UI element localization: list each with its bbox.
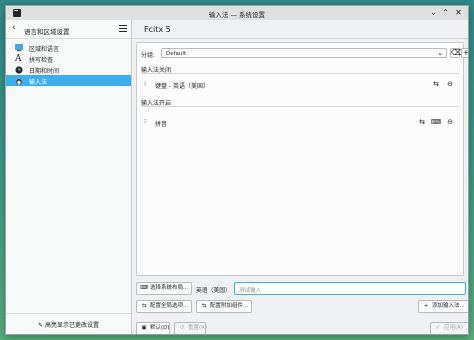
sidebar-title: 语言和区域设置 (24, 28, 70, 36)
window-title: 输入法 — 系统设置 (208, 11, 266, 19)
sidebar-item-label: 拼写检查 (29, 57, 54, 64)
hamburger-menu-icon[interactable] (119, 25, 127, 33)
region-icon (15, 43, 23, 51)
maximize-icon[interactable]: ⌃ (441, 8, 450, 17)
divider (141, 73, 459, 74)
spellcheck-icon: A (15, 53, 22, 64)
current-layout-label: 英语（美国） (196, 288, 231, 294)
close-icon[interactable]: ✕ (454, 8, 463, 17)
configure-icon[interactable]: ⇆ (417, 118, 427, 126)
input-method-name: 键盘 - 英语（美国） (155, 83, 209, 90)
reset-label: 重置(R) (188, 325, 208, 331)
add-group-button[interactable]: + (461, 48, 469, 58)
title-bar: 输入法 — 系统设置 ⌄ ⌃ ✕ (6, 6, 468, 21)
sidebar-header: ‹ 语言和区域设置 (6, 20, 131, 39)
input-method-row-pinyin[interactable]: ⁝ 拼音 ⇆ ⌨ ⊖ (141, 115, 459, 129)
clock-icon (15, 65, 23, 74)
check-icon: ✓ (435, 325, 441, 331)
bottom-toolbar: ⌨ 选择系统布局... 英语（美国） 测试输入 ⇆ 配置全局选项... ⇆ 配置附加组… (136, 282, 468, 334)
plus-icon: + (462, 48, 469, 57)
sidebar-item-label: 日期和时间 (29, 68, 60, 75)
remove-group-button[interactable]: ⌫ (450, 48, 462, 58)
test-input-field[interactable]: 测试输入 (234, 282, 466, 295)
drag-handle-icon[interactable]: ⁝ (144, 80, 146, 88)
highlight-icon: ✎ (38, 322, 44, 329)
input-method-row-keyboard[interactable]: ⁝ 键盘 - 英语（美国） ⇆ ⊖ (141, 77, 459, 91)
addons-label: 配置附加组件... (210, 303, 249, 309)
configure-icon[interactable]: ⇆ (431, 80, 441, 88)
configure-icon: ⇆ (201, 303, 207, 309)
sidebar-footer: ✎ 高亮显示已更改设置 (6, 313, 131, 334)
group-select[interactable]: Default ⌄ (161, 48, 447, 58)
select-system-layout-button[interactable]: ⌨ 选择系统布局... (136, 282, 192, 295)
sidebar: ‹ 语言和区域设置 区域和语言 A 拼写检查 日期和时间 输入法 ✎ 高亮显示已… (6, 20, 132, 334)
apply-label: 应用(A) (444, 325, 464, 331)
group-select-value: Default (166, 50, 187, 57)
main-header: Fcitx 5 (132, 20, 468, 39)
add-input-method-button[interactable]: + 添加输入法... (418, 300, 468, 313)
configure-global-options-button[interactable]: ⇆ 配置全局选项... (136, 300, 192, 313)
chevron-down-icon: ⌄ (437, 49, 443, 57)
back-arrow-icon[interactable]: ‹ (12, 23, 16, 33)
highlight-changes-button[interactable]: ✎ 高亮显示已更改设置 (6, 320, 131, 329)
defaults-label: 默认(D) (150, 325, 170, 331)
sidebar-item-label: 区域和语言 (29, 46, 60, 53)
page-title: Fcitx 5 (144, 25, 171, 34)
configure-addons-button[interactable]: ⇆ 配置附加组件... (196, 300, 252, 313)
sidebar-item-region[interactable]: 区域和语言 (6, 42, 131, 53)
keyboard-icon: ⌨ (140, 285, 148, 291)
input-method-list-panel: 分组: Default ⌄ ⌫ + 输入法关闭 ⁝ 键盘 - 英语（美国） ⇆ … (136, 42, 468, 276)
select-layout-label: 选择系统布局... (150, 285, 189, 291)
sidebar-item-datetime[interactable]: 日期和时间 (6, 64, 131, 75)
add-input-method-label: 添加输入法... (432, 303, 465, 309)
reset-icon: ↺ (179, 325, 185, 331)
group-label: 分组: (141, 52, 156, 59)
test-input-placeholder: 测试输入 (239, 287, 262, 294)
defaults-icon: ▣ (141, 325, 147, 331)
keyboard-layout-icon[interactable]: ⌨ (431, 118, 441, 126)
configure-icon: ⇆ (141, 303, 147, 309)
defaults-button[interactable]: ▣ 默认(D) (136, 322, 170, 334)
chevron-down-icon[interactable]: ⌄ (429, 8, 438, 17)
main-panel: Fcitx 5 分组: Default ⌄ ⌫ + 输入法关闭 ⁝ 键盘 - 英… (132, 20, 468, 334)
reset-button[interactable]: ↺ 重置(R) (174, 322, 208, 334)
drag-handle-icon[interactable]: ⁝ (144, 118, 146, 126)
sidebar-item-spellcheck[interactable]: A 拼写检查 (6, 53, 131, 64)
global-options-label: 配置全局选项... (150, 303, 189, 309)
plus-icon: + (423, 303, 429, 309)
sidebar-item-input-method[interactable]: 输入法 (6, 75, 131, 86)
sidebar-item-label: 输入法 (29, 79, 48, 86)
settings-window: 输入法 — 系统设置 ⌄ ⌃ ✕ ‹ 语言和区域设置 区域和语言 A 拼写检查 (5, 5, 469, 335)
remove-icon[interactable]: ⊖ (445, 80, 455, 88)
divider (141, 106, 459, 107)
input-method-name: 拼音 (155, 121, 168, 128)
remove-icon[interactable]: ⊖ (445, 118, 455, 126)
input-method-icon (16, 77, 22, 85)
highlight-changes-label: 高亮显示已更改设置 (44, 322, 99, 329)
apply-button[interactable]: ✓ 应用(A) (430, 322, 468, 334)
